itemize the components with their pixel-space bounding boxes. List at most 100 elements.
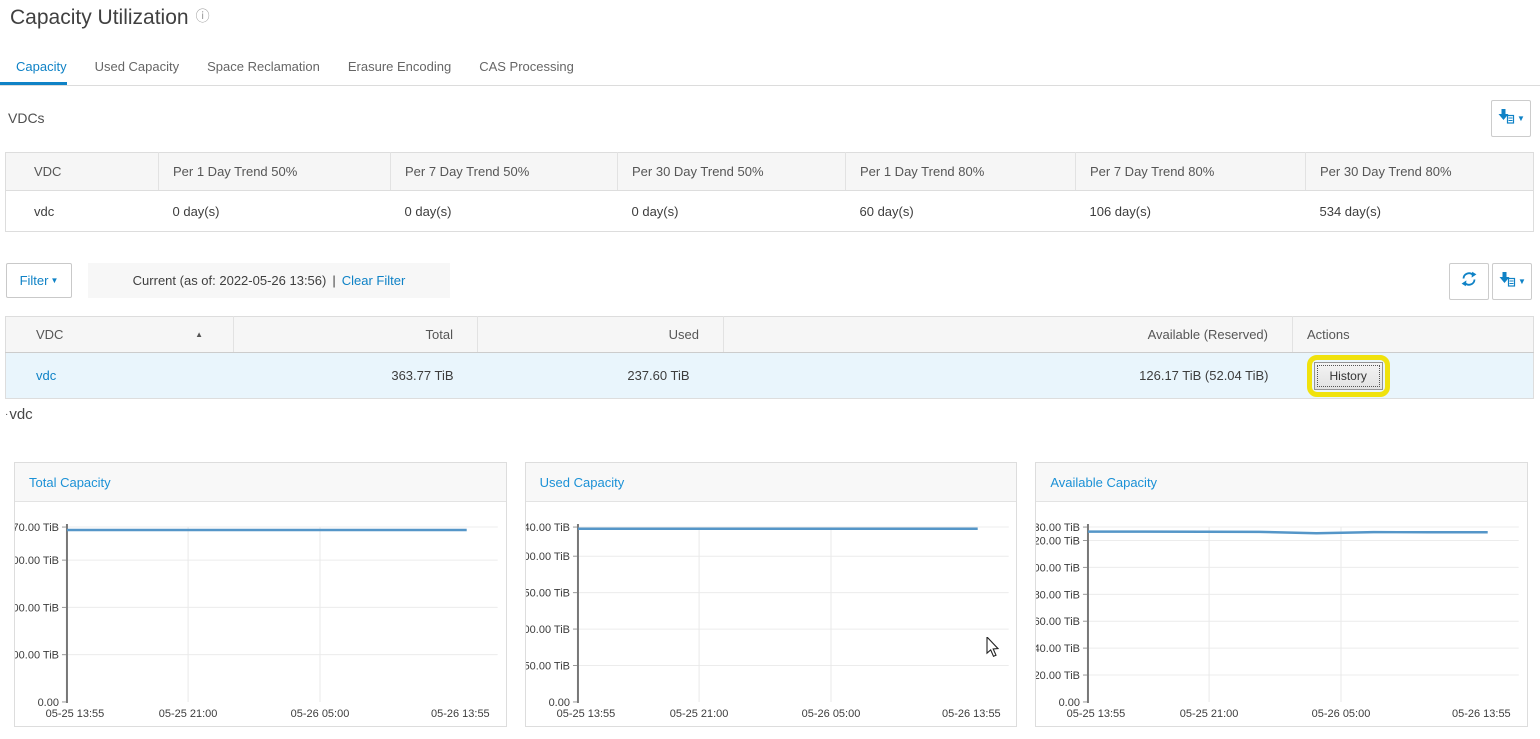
svg-text:05-25 13:55: 05-25 13:55 [46,708,105,720]
column-header-vdc[interactable]: VDC ▲ [6,317,234,353]
used-capacity-chart: 240.00 TiB 200.00 TiB 150.00 TiB 100.00 TiB… [526,502,1017,726]
tab-erasure-encoding[interactable]: Erasure Encoding [348,49,451,85]
available-capacity-chart-panel: Available Capacity 130.00 TiB120.00 TiB1… [1035,462,1528,727]
total-capacity-chart: 370.00 TiB 300.00 TiB 200.00 TiB 100.00 TiB… [15,502,506,726]
svg-text:05-26 05:00: 05-26 05:00 [1312,708,1371,720]
actions-cell: History [1293,353,1534,399]
column-header-7day-80: Per 7 Day Trend 80% [1076,153,1306,191]
vdc-link[interactable]: vdc [36,368,56,383]
export-button[interactable]: ▼ [1492,263,1532,300]
tab-capacity[interactable]: Capacity [0,49,67,85]
svg-text:130.00 TiB: 130.00 TiB [1036,522,1080,534]
column-header-1day-50: Per 1 Day Trend 50% [159,153,391,191]
page-title-text: Capacity Utilization [10,6,189,29]
svg-text:05-26 05:00: 05-26 05:00 [801,708,860,720]
svg-text:300.00 TiB: 300.00 TiB [15,555,59,567]
column-header-vdc: VDC [6,153,159,191]
charts-row: Total Capacity 370.00 TiB 300.00 TiB 200.0… [14,462,1528,727]
svg-text:05-26 13:55: 05-26 13:55 [431,708,490,720]
svg-text:120.00 TiB: 120.00 TiB [1036,536,1080,548]
filter-status-text: Current (as of: 2022-05-26 13:56) [133,273,327,288]
refresh-button[interactable] [1449,263,1489,300]
column-header-7day-50: Per 7 Day Trend 50% [391,153,618,191]
tab-cas-processing[interactable]: CAS Processing [479,49,574,85]
chart-title: Used Capacity [526,463,1017,502]
export-icon [1498,271,1516,292]
chart-title: Total Capacity [15,463,506,502]
column-header-available[interactable]: Available (Reserved) [724,317,1293,353]
trend-1day-80: 60 day(s) [846,191,1076,232]
column-header-total[interactable]: Total [234,317,478,353]
chart-title: Available Capacity [1036,463,1527,502]
filter-button-label: Filter [20,273,49,288]
capacity-table-row: vdc 363.77 TiB 237.60 TiB 126.17 TiB (52… [6,353,1534,399]
column-header-30day-50: Per 30 Day Trend 50% [618,153,846,191]
svg-text:100.00 TiB: 100.00 TiB [15,650,59,662]
filter-button[interactable]: Filter ▼ [6,263,72,298]
mouse-cursor-icon [986,637,1001,663]
column-header-30day-80: Per 30 Day Trend 80% [1306,153,1534,191]
bullet: · [5,409,8,420]
svg-text:100.00 TiB: 100.00 TiB [526,624,570,636]
highlight-ring: History [1307,355,1390,397]
svg-text:05-25 21:00: 05-25 21:00 [669,708,728,720]
used-capacity-chart-panel: Used Capacity 240.00 TiB 200.00 TiB 150.00… [525,462,1018,727]
svg-text:05-26 05:00: 05-26 05:00 [291,708,350,720]
export-icon [1497,108,1515,129]
filter-status-separator: | [332,273,335,288]
svg-text:50.00 TiB: 50.00 TiB [526,661,570,673]
available-cell: 126.17 TiB (52.04 TiB) [724,353,1293,399]
column-header-actions: Actions [1293,317,1534,353]
export-button[interactable]: ▼ [1491,100,1531,137]
svg-text:05-26 13:55: 05-26 13:55 [1452,708,1511,720]
trend-vdc-name: vdc [6,191,159,232]
capacity-table-header-row: VDC ▲ Total Used Available (Reserved) Ac… [6,317,1534,353]
vdc-cell: vdc [6,353,234,399]
filter-status-bar: Current (as of: 2022-05-26 13:56) | Clea… [88,263,450,298]
capacity-utilization-page: Capacity Utilization ⓘ Capacity Used Capa… [0,0,1540,739]
vdcs-section-heading: VDCs [8,110,45,126]
svg-text:240.00 TiB: 240.00 TiB [526,522,570,534]
svg-text:200.00 TiB: 200.00 TiB [15,602,59,614]
trend-table-header-row: VDC Per 1 Day Trend 50% Per 7 Day Trend … [6,153,1534,191]
history-button[interactable]: History [1314,362,1383,390]
available-capacity-chart: 130.00 TiB 120.00 TiB 100.00 TiB 80.00 TiB 6… [1036,502,1527,726]
vdc-capacity-table: VDC ▲ Total Used Available (Reserved) Ac… [5,316,1534,399]
clear-filter-link[interactable]: Clear Filter [342,273,406,288]
caret-down-icon: ▼ [1518,277,1526,286]
detail-vdc-name: vdc [9,406,32,423]
svg-text:80.00 TiB: 80.00 TiB [1036,589,1080,601]
tab-space-reclamation[interactable]: Space Reclamation [207,49,320,85]
caret-down-icon: ▼ [1517,114,1525,123]
trend-30day-50: 0 day(s) [618,191,846,232]
trend-7day-50: 0 day(s) [391,191,618,232]
svg-text:05-25 13:55: 05-25 13:55 [556,708,615,720]
trend-1day-50: 0 day(s) [159,191,391,232]
tab-bar: Capacity Used Capacity Space Reclamation… [0,48,1540,86]
svg-text:05-25 21:00: 05-25 21:00 [1180,708,1239,720]
vdc-trend-table: VDC Per 1 Day Trend 50% Per 7 Day Trend … [5,152,1534,232]
svg-text:20.00 TiB: 20.00 TiB [1036,670,1080,682]
trend-30day-80: 534 day(s) [1306,191,1534,232]
trend-table-row: vdc 0 day(s) 0 day(s) 0 day(s) 60 day(s)… [6,191,1534,232]
caret-down-icon: ▼ [50,276,58,285]
tab-used-capacity[interactable]: Used Capacity [95,49,180,85]
total-cell: 363.77 TiB [234,353,478,399]
svg-text:200.00 TiB: 200.00 TiB [526,551,570,563]
used-cell: 237.60 TiB [478,353,724,399]
total-capacity-chart-panel: Total Capacity 370.00 TiB 300.00 TiB 200.0… [14,462,507,727]
refresh-icon [1460,271,1478,292]
info-icon[interactable]: ⓘ [196,8,210,24]
trend-7day-80: 106 day(s) [1076,191,1306,232]
svg-text:60.00 TiB: 60.00 TiB [1036,616,1080,628]
column-header-1day-80: Per 1 Day Trend 80% [846,153,1076,191]
sort-ascending-icon: ▲ [195,330,203,339]
column-header-used[interactable]: Used [478,317,724,353]
svg-text:40.00 TiB: 40.00 TiB [1036,643,1080,655]
page-title: Capacity Utilization ⓘ [10,6,210,30]
svg-text:370.00 TiB: 370.00 TiB [15,522,59,534]
detail-section-heading: ·vdc [5,406,33,423]
svg-text:05-25 21:00: 05-25 21:00 [159,708,218,720]
svg-text:150.00 TiB: 150.00 TiB [526,588,570,600]
svg-text:100.00 TiB: 100.00 TiB [1036,562,1080,574]
